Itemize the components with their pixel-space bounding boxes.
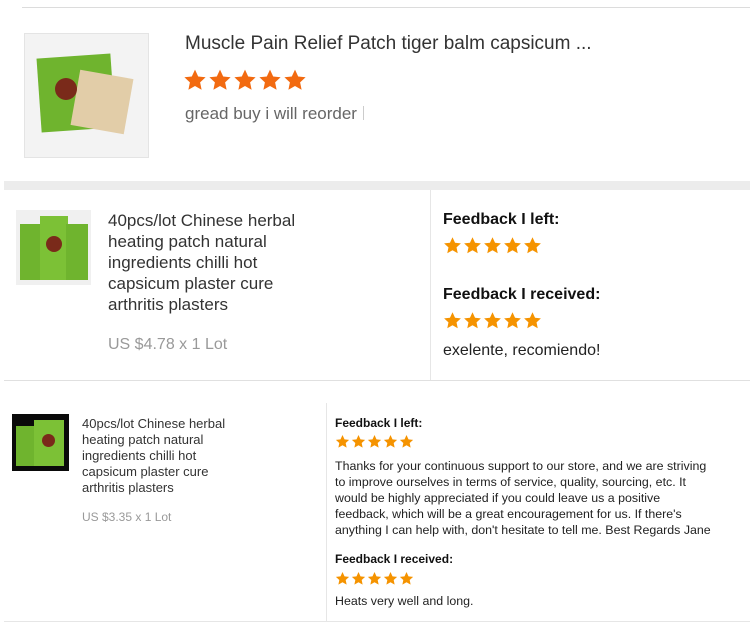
star-icon xyxy=(503,311,522,330)
star-icon xyxy=(483,311,502,330)
product-image[interactable] xyxy=(24,33,149,158)
title-line: capsicum plaster cure xyxy=(108,274,274,293)
star-icon xyxy=(335,434,350,449)
feedback-left-stars xyxy=(443,236,543,255)
feedback-received-text: exelente, recomiendo! xyxy=(443,342,601,359)
star-icon xyxy=(463,236,482,255)
feedback-left-label: Feedback I left: xyxy=(443,211,560,228)
star-icon xyxy=(258,68,282,92)
review-comment: gread buy i will reorder xyxy=(185,104,364,124)
star-icon xyxy=(233,68,257,92)
order-price: US $3.35 x 1 Lot xyxy=(82,510,172,524)
feedback-left-stars xyxy=(335,434,415,449)
star-icon xyxy=(399,434,414,449)
feedback-received-label: Feedback I received: xyxy=(443,286,601,303)
title-line: 40pcs/lot Chinese herbal xyxy=(108,211,296,230)
star-icon xyxy=(383,434,398,449)
title-line: heating patch natural xyxy=(108,232,267,251)
package-emblem xyxy=(42,434,55,447)
title-line: 40pcs/lot Chinese herbal xyxy=(82,416,226,431)
order-price: US $4.78 x 1 Lot xyxy=(108,336,228,353)
title-line: capsicum plaster cure xyxy=(82,464,209,479)
text-line: would be highly appreciated if you could… xyxy=(335,491,661,505)
order-card-2: 40pcs/lot Chinese herbal heating patch n… xyxy=(0,381,750,621)
order-card-1: 40pcs/lot Chinese herbal heating patch n… xyxy=(0,190,750,380)
title-line: heating patch natural xyxy=(82,432,204,447)
star-icon xyxy=(443,311,462,330)
star-icon xyxy=(335,571,350,586)
star-icon xyxy=(503,236,522,255)
review-product-title[interactable]: Muscle Pain Relief Patch tiger balm caps… xyxy=(185,33,592,55)
package-right xyxy=(66,224,88,280)
title-line: arthritis plasters xyxy=(108,295,228,314)
feedback-received-text: Heats very well and long. xyxy=(335,594,474,608)
text-line: anything I can help with, don't hesitate… xyxy=(335,523,711,537)
star-icon xyxy=(523,311,542,330)
title-line: arthritis plasters xyxy=(82,480,174,495)
package-left xyxy=(20,224,42,280)
star-icon xyxy=(483,236,502,255)
feedback-received-stars xyxy=(443,311,543,330)
feedback-left-text: Thanks for your continuous support to ou… xyxy=(335,458,745,538)
star-icon xyxy=(367,434,382,449)
star-icon xyxy=(351,571,366,586)
bottom-divider xyxy=(4,621,750,622)
feedback-left-label: Feedback I left: xyxy=(335,416,423,430)
review-comment-text: gread buy i will reorder xyxy=(185,104,357,123)
patch-beige xyxy=(70,69,134,135)
title-line: ingredients chilli hot xyxy=(108,253,258,272)
star-icon xyxy=(208,68,232,92)
section-separator xyxy=(4,181,750,190)
feedback-received-label: Feedback I received: xyxy=(335,552,454,566)
star-icon xyxy=(523,236,542,255)
package-left xyxy=(16,426,34,466)
product-image[interactable] xyxy=(16,210,91,285)
feedback-received-stars xyxy=(335,571,415,586)
star-icon xyxy=(463,311,482,330)
package-emblem xyxy=(55,78,77,100)
title-line: ingredients chilli hot xyxy=(82,448,197,463)
package-emblem xyxy=(46,236,62,252)
star-icon xyxy=(443,236,462,255)
star-icon xyxy=(383,571,398,586)
review-card-1: Muscle Pain Relief Patch tiger balm caps… xyxy=(0,8,750,180)
star-icon xyxy=(399,571,414,586)
review-rating-stars xyxy=(183,68,308,92)
text-cursor xyxy=(362,106,364,120)
star-icon xyxy=(367,571,382,586)
text-line: Thanks for your continuous support to ou… xyxy=(335,459,707,473)
product-image[interactable] xyxy=(12,414,69,471)
order-product-title[interactable]: 40pcs/lot Chinese herbal heating patch n… xyxy=(82,416,322,496)
column-divider xyxy=(326,403,327,621)
text-line: feedback, which will be a great encourag… xyxy=(335,507,682,521)
star-icon xyxy=(183,68,207,92)
star-icon xyxy=(283,68,307,92)
column-divider xyxy=(430,190,431,380)
order-product-title[interactable]: 40pcs/lot Chinese herbal heating patch n… xyxy=(108,210,408,315)
text-line: to improve ourselves in terms of service… xyxy=(335,475,686,489)
star-icon xyxy=(351,434,366,449)
